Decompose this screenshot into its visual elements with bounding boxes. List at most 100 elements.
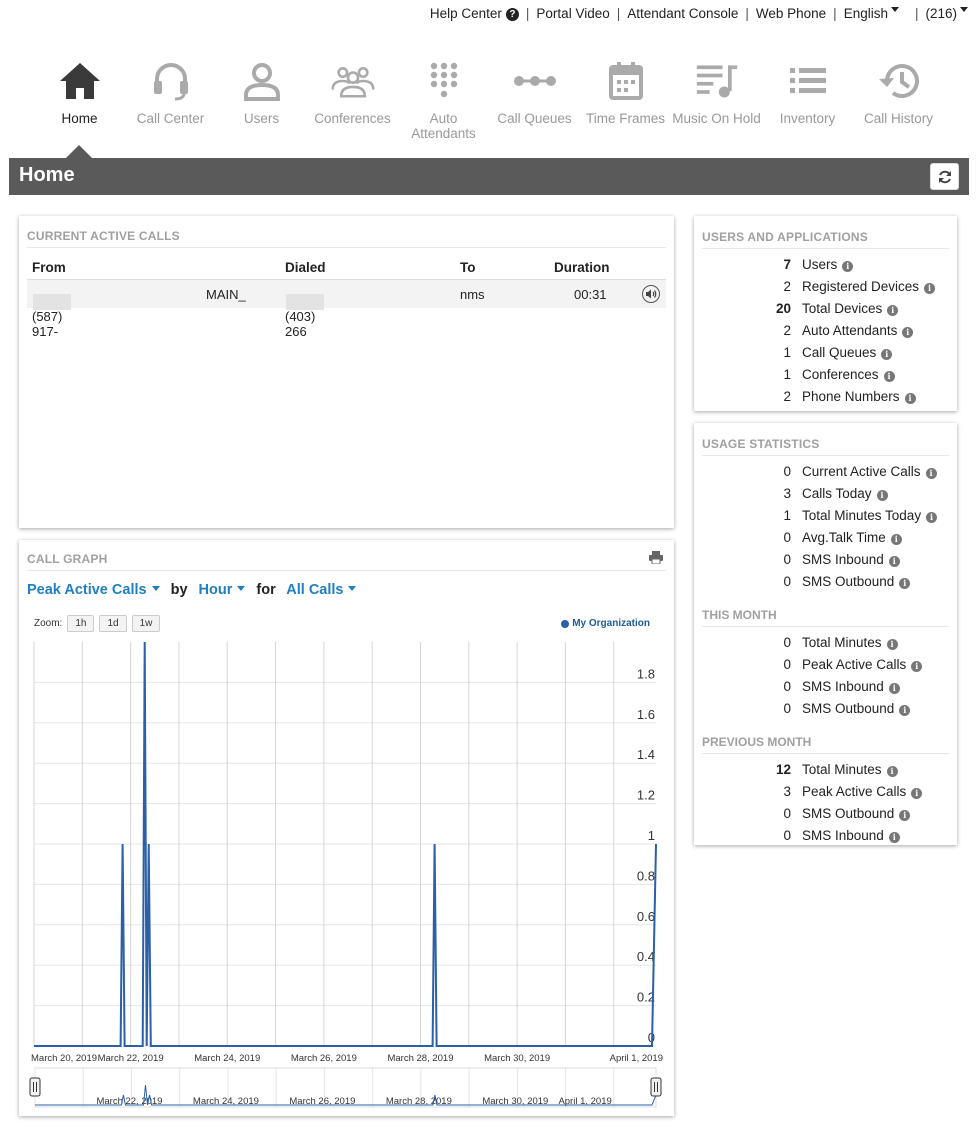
calendar-icon <box>604 58 648 104</box>
stat-value: 0 <box>783 657 791 672</box>
stat-value: 0 <box>783 679 791 694</box>
music-icon <box>695 58 739 104</box>
refresh-button[interactable] <box>930 163 959 190</box>
info-icon[interactable]: i <box>890 533 902 545</box>
info-icon[interactable]: i <box>911 787 923 799</box>
stat-value: 0 <box>783 530 791 545</box>
nav-call-history-label: Call History <box>863 111 933 126</box>
attendant-console-link[interactable]: Attendant Console <box>627 6 738 21</box>
stat-row: 0 SMS Inbound i <box>694 826 957 848</box>
nav-auto-attendants[interactable]: Auto Attendants <box>398 58 489 141</box>
info-icon[interactable]: i <box>899 577 911 589</box>
y-tick-label: 1.6 <box>637 707 655 722</box>
active-nav-pointer <box>66 145 92 158</box>
info-icon[interactable]: i <box>888 682 900 694</box>
nav-home[interactable]: Home <box>34 58 125 141</box>
previous-month-title: PREVIOUS MONTH <box>702 735 949 754</box>
col-dialed: Dialed <box>285 260 326 275</box>
stat-value: 1 <box>783 345 791 360</box>
stat-label: Registered Devices i <box>802 279 936 294</box>
x-tick-label: March 26, 2019 <box>291 1053 357 1064</box>
x-tick-label: March 22, 2019 <box>98 1053 164 1064</box>
stat-label: Auto Attendants i <box>802 323 914 338</box>
stat-row: 0 SMS Outbound i <box>694 572 957 594</box>
info-icon[interactable]: i <box>888 555 900 567</box>
nav-users-label: Users <box>243 111 280 126</box>
info-icon[interactable]: i <box>842 260 854 272</box>
nav-call-center[interactable]: Call Center <box>125 58 216 141</box>
stat-value: 3 <box>783 784 791 799</box>
help-center-link[interactable]: Help Center? <box>430 6 519 21</box>
nav-inventory[interactable]: Inventory <box>762 58 853 141</box>
nav-conferences[interactable]: Conferences <box>307 58 398 141</box>
x-tick-label: March 28, 2019 <box>387 1053 453 1064</box>
info-icon[interactable]: i <box>911 660 923 672</box>
nav-users[interactable]: Users <box>216 58 307 141</box>
col-from: From <box>32 260 66 275</box>
info-icon[interactable]: i <box>899 704 911 716</box>
listen-speaker-icon[interactable] <box>642 285 660 303</box>
col-to: To <box>460 260 476 275</box>
users-applications-title: USERS AND APPLICATIONS <box>702 216 949 249</box>
stat-label: Avg.Talk Time i <box>802 530 902 545</box>
nav-time-frames[interactable]: Time Frames <box>580 58 671 141</box>
nav-music-on-hold[interactable]: Music On Hold <box>671 58 762 141</box>
nav-call-queues[interactable]: Call Queues <box>489 58 580 141</box>
stat-value: 2 <box>783 389 791 404</box>
info-icon[interactable]: i <box>888 831 900 843</box>
stat-label: Peak Active Calls i <box>802 784 923 799</box>
queue-icon <box>513 58 557 104</box>
table-header: From Dialed To Duration <box>27 256 666 280</box>
y-tick-label: 0.6 <box>637 909 655 924</box>
stat-row: 1 Call Queues i <box>694 343 957 365</box>
stat-value: 2 <box>783 323 791 338</box>
previous-month-list: 12 Total Minutes i 3 Peak Active Calls i 0 SMS … <box>694 754 957 848</box>
info-icon[interactable]: i <box>887 304 899 316</box>
caret-down-icon <box>890 7 899 12</box>
info-icon[interactable]: i <box>886 765 898 777</box>
stat-label: Calls Today i <box>802 486 888 501</box>
stat-label: Phone Numbers i <box>802 389 916 404</box>
info-icon[interactable]: i <box>899 809 911 821</box>
table-row[interactable]: 1 (587) 917- MAIN_ 1 (403) 266 nms 00:31 <box>27 280 666 339</box>
x-tick-label: March 30, 2019 <box>484 1053 550 1064</box>
nav-call-history[interactable]: Call History <box>853 58 944 141</box>
stat-value: 20 <box>775 301 791 316</box>
account-dropdown[interactable]: (216) <box>925 6 968 21</box>
usage-statistics-panel: USAGE STATISTICS 0 Current Active Calls i 3… <box>694 423 957 845</box>
info-icon[interactable]: i <box>881 348 893 360</box>
redacted-block <box>33 294 71 310</box>
active-calls-table: From Dialed To Duration 1 (587) 917- MAI… <box>27 256 666 339</box>
stat-label: Current Active Calls i <box>802 464 937 479</box>
info-icon[interactable]: i <box>876 489 888 501</box>
info-icon[interactable]: i <box>883 370 895 382</box>
info-icon[interactable]: i <box>902 326 914 338</box>
info-icon[interactable]: i <box>904 392 916 404</box>
stat-label: Total Minutes i <box>802 762 898 777</box>
portal-video-link[interactable]: Portal Video <box>536 6 609 21</box>
stat-row: 3 Peak Active Calls i <box>694 782 957 804</box>
y-tick-label: 1.8 <box>637 666 655 681</box>
col-duration: Duration <box>554 260 610 275</box>
stat-row: 2 Phone Numbers i <box>694 387 957 409</box>
stat-row: 0 SMS Outbound i <box>694 804 957 826</box>
stat-row: 1 Total Minutes Today i <box>694 506 957 528</box>
stat-label: SMS Outbound i <box>802 701 911 716</box>
stat-row: 2 Registered Devices i <box>694 277 957 299</box>
stat-row: 0 SMS Outbound i <box>694 699 957 721</box>
x-tick-label: April 1, 2019 <box>610 1053 663 1064</box>
info-icon[interactable]: i <box>924 282 936 294</box>
info-icon[interactable]: i <box>886 638 898 650</box>
nav-call-center-label: Call Center <box>136 111 205 126</box>
stat-label: Conferences i <box>802 367 895 382</box>
headset-icon <box>149 58 193 104</box>
info-icon[interactable]: i <box>926 511 938 523</box>
nav-call-queues-label: Call Queues <box>497 111 572 126</box>
nav-music-on-hold-label: Music On Hold <box>672 111 761 126</box>
usage-statistics-title: USAGE STATISTICS <box>702 423 949 456</box>
web-phone-link[interactable]: Web Phone <box>756 6 826 21</box>
info-icon[interactable]: i <box>925 467 937 479</box>
stat-row: 1 Conferences i <box>694 365 957 387</box>
language-dropdown[interactable]: English <box>844 6 899 21</box>
nav-home-label: Home <box>61 111 98 126</box>
